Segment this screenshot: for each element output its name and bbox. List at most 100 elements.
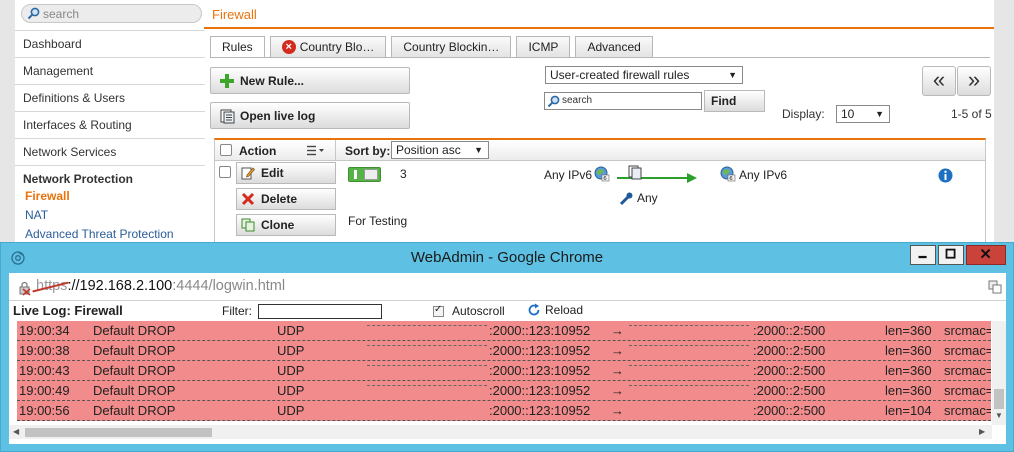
- new-rule-label: New Rule...: [240, 73, 305, 88]
- rule-filter-value: User-created firewall rules: [550, 68, 690, 82]
- delete-label: Delete: [261, 192, 298, 206]
- list-menu-icon[interactable]: [307, 145, 325, 156]
- log-action: Default DROP: [93, 343, 176, 358]
- tab-label: Advanced: [587, 39, 641, 54]
- log-protocol: UDP: [277, 363, 305, 378]
- vertical-scrollbar[interactable]: ▼: [992, 321, 1006, 425]
- find-button[interactable]: Find: [704, 90, 765, 112]
- search-icon: [547, 95, 560, 108]
- live-log-window: WebAdmin - Google Chrome https://192.168…: [0, 242, 1014, 452]
- sidebar-item-interfaces-routing[interactable]: Interfaces & Routing: [15, 111, 205, 138]
- log-row: 19:00:56 Default DROP UDP :2000::123:109…: [17, 401, 991, 421]
- prev-page-button[interactable]: «: [922, 66, 956, 96]
- maximize-button[interactable]: [938, 245, 964, 265]
- edit-button[interactable]: Edit: [236, 162, 336, 184]
- delete-icon: [241, 192, 255, 206]
- log-length: len=360: [885, 383, 932, 398]
- open-live-log-button[interactable]: Open live log: [210, 102, 410, 129]
- translate-icon[interactable]: [988, 280, 1002, 294]
- log-protocol: UDP: [277, 323, 305, 338]
- window-title: WebAdmin - Google Chrome: [410, 249, 604, 266]
- log-time: 19:00:38: [19, 343, 70, 358]
- row-checkbox[interactable]: [219, 166, 231, 178]
- autoscroll-toggle[interactable]: Autoscroll: [433, 304, 505, 318]
- rule-enabled-toggle[interactable]: [348, 167, 381, 182]
- filter-input[interactable]: [258, 304, 382, 319]
- rule-direction-arrow-icon: [617, 165, 697, 183]
- log-extra: srcmac=: [944, 343, 991, 358]
- log-protocol: UDP: [277, 383, 305, 398]
- log-action: Default DROP: [93, 323, 176, 338]
- log-destination: :2000::2:500: [753, 403, 826, 418]
- log-length: len=360: [885, 363, 932, 378]
- log-destination: :2000::2:500: [753, 343, 826, 358]
- tab-country-blocking-exceptions[interactable]: Country Blockin…: [391, 36, 512, 57]
- dropdown-arrow-icon: ▼: [474, 145, 483, 155]
- rules-table-header: Action Sort by: Position asc ▼: [214, 138, 986, 161]
- new-rule-button[interactable]: New Rule...: [210, 67, 410, 94]
- select-all-checkbox[interactable]: [220, 144, 232, 156]
- plus-icon: [220, 73, 234, 88]
- url-text: https://192.168.2.100:4444/logwin.html: [36, 278, 285, 294]
- scroll-down-icon[interactable]: ▼: [995, 411, 1003, 420]
- scroll-left-icon[interactable]: ◀: [13, 427, 19, 436]
- sidebar-item-definitions-users[interactable]: Definitions & Users: [15, 84, 205, 111]
- delete-button[interactable]: Delete: [236, 188, 336, 210]
- log-time: 19:00:49: [19, 383, 70, 398]
- horizontal-scrollbar[interactable]: ◀ ▶: [9, 425, 992, 439]
- result-range: 1-5 of 5: [951, 107, 992, 121]
- rule-source: Any IPv6: [544, 168, 593, 182]
- autoscroll-checkbox[interactable]: [433, 304, 444, 317]
- action-header: Action: [239, 144, 277, 158]
- tab-country-blocking[interactable]: × Country Blo…: [269, 36, 387, 57]
- sidebar-item-management[interactable]: Management: [15, 57, 205, 84]
- tab-advanced[interactable]: Advanced: [575, 36, 653, 57]
- rule-comment: For Testing: [348, 214, 408, 228]
- svg-text:6: 6: [729, 176, 733, 182]
- address-bar[interactable]: https://192.168.2.100:4444/logwin.html: [9, 273, 1006, 301]
- tab-icmp[interactable]: ICMP: [516, 36, 571, 57]
- display-count-select[interactable]: 10 ▼: [836, 105, 890, 123]
- log-destination: :2000::2:500: [753, 323, 826, 338]
- scrollbar-thumb[interactable]: [25, 428, 212, 437]
- reload-button[interactable]: Reload: [527, 303, 583, 317]
- sort-by-label: Sort by:: [345, 144, 391, 158]
- log-source: :2000::123:10952: [489, 383, 591, 398]
- url-scheme: https: [36, 278, 68, 294]
- sidebar-item-dashboard[interactable]: Dashboard: [15, 30, 205, 57]
- close-window-button[interactable]: [966, 245, 1006, 265]
- scroll-right-icon[interactable]: ▶: [979, 427, 985, 436]
- network-ipv6-icon: 6: [594, 166, 610, 182]
- next-page-button[interactable]: »: [957, 66, 991, 96]
- log-action: Default DROP: [93, 403, 176, 418]
- clone-button[interactable]: Clone: [236, 214, 336, 236]
- rule-filter-select[interactable]: User-created firewall rules ▼: [545, 66, 743, 84]
- tab-rules[interactable]: Rules: [210, 36, 265, 58]
- sidebar-item-network-services[interactable]: Network Services: [15, 138, 205, 165]
- page-title: Firewall: [212, 7, 257, 22]
- search-icon: [27, 7, 40, 20]
- rule-service: Any: [637, 191, 658, 205]
- tab-divider: [210, 57, 990, 58]
- info-icon[interactable]: [938, 168, 953, 183]
- sidebar-subitem-nat[interactable]: NAT: [15, 206, 205, 225]
- sort-value: Position asc: [396, 143, 461, 157]
- log-extra: srcmac=: [944, 363, 991, 378]
- sidebar-search[interactable]: search: [21, 4, 202, 23]
- log-row: 19:00:38 Default DROP UDP :2000::123:109…: [17, 341, 991, 361]
- log-icon: [220, 109, 235, 123]
- minimize-button[interactable]: [910, 245, 936, 265]
- scrollbar-thumb[interactable]: [994, 389, 1004, 409]
- log-length: len=360: [885, 343, 932, 358]
- reload-icon: [528, 303, 540, 316]
- log-extra: srcmac=: [944, 403, 991, 418]
- rules-search-input[interactable]: search: [544, 92, 702, 110]
- log-row: 19:00:34 Default DROP UDP :2000::123:109…: [17, 321, 991, 341]
- sidebar-nav: Dashboard Management Definitions & Users…: [15, 30, 205, 244]
- log-arrow: →: [611, 403, 624, 418]
- log-destination: :2000::2:500: [753, 363, 826, 378]
- live-log-toolbar: Live Log: Firewall Filter: Autoscroll Re…: [9, 301, 1006, 321]
- sort-select[interactable]: Position asc ▼: [391, 141, 489, 159]
- live-log-panel: Live Log: Firewall Filter: Autoscroll Re…: [9, 301, 1006, 444]
- rule-position: 3: [400, 167, 407, 181]
